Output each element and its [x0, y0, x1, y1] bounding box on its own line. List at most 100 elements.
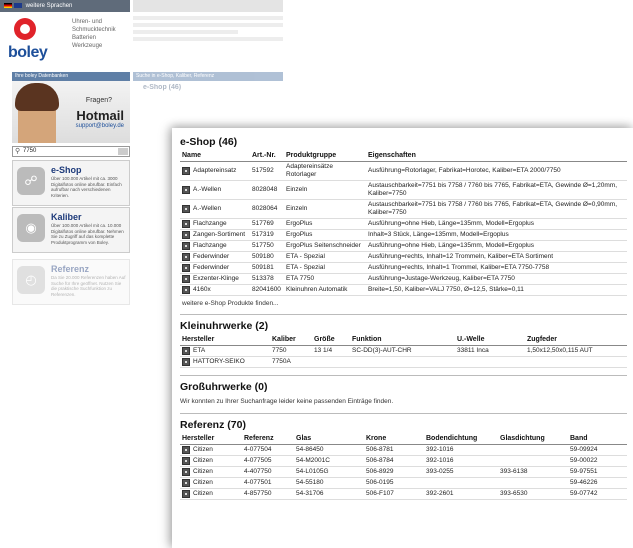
product-thumbnail-icon[interactable] [182, 479, 190, 487]
item-name-cell[interactable]: Citizen [180, 489, 242, 500]
item-name[interactable]: ETA [193, 347, 205, 355]
kleinuhrwerk-row[interactable]: ETA 7750 13 1/4 SC-DD(3)-AUT-CHR 33811 Inca 1… [180, 346, 627, 357]
referenz-row[interactable]: Citizen 4-407750 54-L0105G 506-8929 393-0255… [180, 467, 627, 478]
english-flag-icon[interactable] [14, 2, 22, 8]
eshop-row[interactable]: A.-Wellen 8028064 Einzeln Austauschbarkeit=… [180, 200, 627, 219]
column-header[interactable]: Kaliber [270, 334, 312, 346]
eshop-row[interactable]: Exzenter-Klinge 513378 ETA 7750 Ausführung=… [180, 274, 627, 285]
item-name[interactable]: Citizen [193, 479, 213, 487]
item-name-cell[interactable]: Adaptereinsatz [180, 162, 250, 181]
item-name-cell[interactable]: Citizen [180, 478, 242, 489]
referenz-card[interactable]: ◴ Referenz Da Sie 20.000 Referenzen habe… [12, 259, 130, 305]
column-header[interactable]: U.-Welle [455, 334, 525, 346]
item-name[interactable]: Citizen [193, 446, 213, 454]
product-thumbnail-icon[interactable] [182, 446, 190, 454]
eshop-row[interactable]: Federwinder 509180 ETA - Spezial Ausführung… [180, 252, 627, 263]
item-name-cell[interactable]: Zangen-Sortiment [180, 230, 250, 241]
boley-logo[interactable]: boley [8, 18, 66, 62]
language-bar[interactable]: weitere Sprachen [0, 0, 130, 12]
languages-link[interactable]: weitere Sprachen [26, 3, 73, 9]
product-thumbnail-icon[interactable] [182, 275, 190, 283]
product-thumbnail-icon[interactable] [182, 358, 190, 366]
eshop-card[interactable]: ☍ e-Shop Über 100.000 Artikel mit ca. 30… [12, 160, 130, 206]
item-name[interactable]: Citizen [193, 490, 213, 498]
item-name-cell[interactable]: Federwinder [180, 263, 250, 274]
item-name-cell[interactable]: Citizen [180, 445, 242, 456]
product-thumbnail-icon[interactable] [182, 264, 190, 272]
column-header[interactable]: Art.-Nr. [250, 150, 284, 162]
support-promo[interactable]: Fragen? Hotmail support@boley.de [12, 81, 130, 143]
product-thumbnail-icon[interactable] [182, 457, 190, 465]
item-name-cell[interactable]: 4160x [180, 285, 250, 296]
product-thumbnail-icon[interactable] [182, 231, 190, 239]
column-header[interactable]: Hersteller [180, 334, 270, 346]
item-name[interactable]: Federwinder [193, 253, 229, 261]
column-header[interactable]: Glas [294, 433, 364, 445]
item-name[interactable]: Adaptereinsatz [193, 167, 236, 175]
item-name-cell[interactable]: Flachzange [180, 219, 250, 230]
table-cell: 506-0195 [366, 479, 394, 486]
item-name[interactable]: HATTORY-SEIKO [193, 358, 245, 366]
more-eshop-products-link[interactable]: weitere e-Shop Produkte finden... [180, 296, 627, 312]
product-thumbnail-icon[interactable] [182, 253, 190, 261]
item-name[interactable]: Flachzange [193, 220, 227, 228]
german-flag-icon[interactable] [4, 2, 12, 8]
column-header[interactable]: Produktgruppe [284, 150, 366, 162]
eshop-row[interactable]: Flachzange 517769 ErgoPlus Ausführung=ohne … [180, 219, 627, 230]
item-name[interactable]: 4160x [193, 286, 211, 294]
search-go-button[interactable] [118, 148, 128, 155]
eshop-row[interactable]: 4160x 82041600 Kleinuhren Automatik Breite=… [180, 285, 627, 296]
item-name-cell[interactable]: A.-Wellen [180, 181, 250, 200]
product-thumbnail-icon[interactable] [182, 490, 190, 498]
eshop-row[interactable]: Zangen-Sortiment 517319 ErgoPlus Inhalt=3 S… [180, 230, 627, 241]
promo-email[interactable]: support@boley.de [76, 123, 124, 129]
item-name-cell[interactable]: ETA [180, 346, 270, 357]
column-header[interactable]: Eigenschaften [366, 150, 627, 162]
column-header[interactable]: Größe [312, 334, 350, 346]
item-name-cell[interactable]: Flachzange [180, 241, 250, 252]
item-name-cell[interactable]: Citizen [180, 467, 242, 478]
product-thumbnail-icon[interactable] [182, 347, 190, 355]
kleinuhrwerk-row[interactable]: HATTORY-SEIKO 7750A [180, 357, 627, 368]
item-name-cell[interactable]: HATTORY-SEIKO [180, 357, 270, 368]
column-header[interactable]: Referenz [242, 433, 294, 445]
item-name-cell[interactable]: A.-Wellen [180, 200, 250, 219]
product-thumbnail-icon[interactable] [182, 167, 190, 175]
kaliber-card[interactable]: ◉ Kaliber Über 100.000 Artikel mit ca. 1… [12, 207, 130, 253]
eshop-row[interactable]: Federwinder 509181 ETA - Spezial Ausführung… [180, 263, 627, 274]
item-name-cell[interactable]: Exzenter-Klinge [180, 274, 250, 285]
item-name[interactable]: Citizen [193, 468, 213, 476]
column-header[interactable]: Krone [364, 433, 424, 445]
product-thumbnail-icon[interactable] [182, 468, 190, 476]
column-header[interactable]: Band [568, 433, 627, 445]
item-name-cell[interactable]: Federwinder [180, 252, 250, 263]
column-header[interactable]: Funktion [350, 334, 455, 346]
item-name[interactable]: A.-Wellen [193, 205, 221, 213]
column-header[interactable]: Glasdichtung [498, 433, 568, 445]
item-name[interactable]: Citizen [193, 457, 213, 465]
referenz-row[interactable]: Citizen 4-077501 54-55180 506-0195 59-46226 [180, 478, 627, 489]
product-thumbnail-icon[interactable] [182, 286, 190, 294]
eshop-row[interactable]: Adaptereinsatz 517592 Adaptereinsätze Roto… [180, 162, 627, 181]
column-header[interactable]: Bodendichtung [424, 433, 498, 445]
table-cell: 506-8781 [366, 446, 394, 453]
referenz-row[interactable]: Citizen 4-077505 54-M2001C 506-8784 392-1016… [180, 456, 627, 467]
search-input[interactable]: ⚲ 7750 [12, 146, 130, 157]
product-thumbnail-icon[interactable] [182, 220, 190, 228]
product-thumbnail-icon[interactable] [182, 205, 190, 213]
item-name[interactable]: Federwinder [193, 264, 229, 272]
column-header[interactable]: Name [180, 150, 250, 162]
eshop-row[interactable]: Flachzange 517750 ErgoPlus Seitenschneider… [180, 241, 627, 252]
column-header[interactable]: Zugfeder [525, 334, 627, 346]
item-name[interactable]: A.-Wellen [193, 186, 221, 194]
item-name[interactable]: Zangen-Sortiment [193, 231, 245, 239]
column-header[interactable]: Hersteller [180, 433, 242, 445]
product-thumbnail-icon[interactable] [182, 186, 190, 194]
item-name[interactable]: Flachzange [193, 242, 227, 250]
product-thumbnail-icon[interactable] [182, 242, 190, 250]
item-name[interactable]: Exzenter-Klinge [193, 275, 239, 283]
item-name-cell[interactable]: Citizen [180, 456, 242, 467]
referenz-row[interactable]: Citizen 4-857750 54-31706 506-F107 392-2601 3… [180, 489, 627, 500]
eshop-row[interactable]: A.-Wellen 8028048 Einzeln Austauschbarkeit=… [180, 181, 627, 200]
referenz-row[interactable]: Citizen 4-077504 54-86450 506-8781 392-1016 5… [180, 445, 627, 456]
